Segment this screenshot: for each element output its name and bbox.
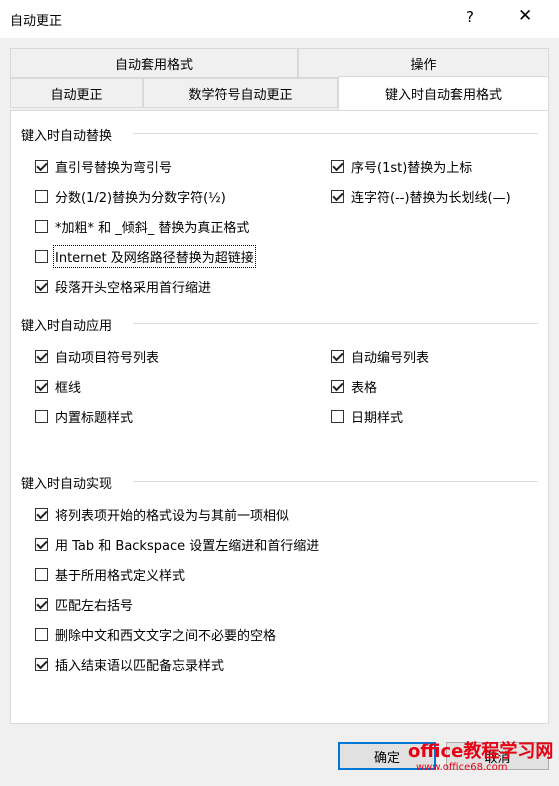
- date-styles-checkbox[interactable]: 日期样式: [331, 407, 403, 426]
- checkbox-label: 用 Tab 和 Backspace 设置左缩进和首行缩进: [55, 539, 320, 554]
- first-indent-checkbox[interactable]: 段落开头空格采用首行缩进: [35, 277, 211, 296]
- tab-math-autocorrect[interactable]: 数学符号自动更正: [143, 78, 338, 108]
- remove-spaces-checkbox[interactable]: 删除中文和西文文字之间不必要的空格: [35, 625, 276, 644]
- checkbox-box: [35, 160, 48, 173]
- checkbox-label: 框线: [55, 381, 82, 396]
- checkbox-label: 自动项目符号列表: [55, 351, 160, 366]
- checkbox-label: 序号(1st)替换为上标: [351, 161, 473, 176]
- checkbox-box: [35, 280, 48, 293]
- tab-backspace-checkbox[interactable]: 用 Tab 和 Backspace 设置左缩进和首行缩进: [35, 535, 319, 554]
- watermark-text: office教程学习网: [408, 741, 554, 762]
- checkbox-box: [331, 190, 344, 203]
- tab-autocorrect[interactable]: 自动更正: [10, 78, 143, 108]
- close-icon[interactable]: ✕: [518, 6, 532, 26]
- checkbox-label: 删除中文和西文文字之间不必要的空格: [55, 629, 277, 644]
- checkbox-box: [35, 380, 48, 393]
- checkbox-box: [35, 598, 48, 611]
- help-button[interactable]: ?: [466, 8, 474, 26]
- section-title-apply: 键入时自动应用: [21, 319, 113, 334]
- checkbox-label: 分数(1/2)替换为分数字符(½): [55, 191, 226, 206]
- checkbox-box: [35, 568, 48, 581]
- checkbox-label: Internet 及网络路径替换为超链接: [53, 245, 256, 268]
- checkbox-label: 段落开头空格采用首行缩进: [55, 281, 212, 296]
- checkbox-box: [35, 508, 48, 521]
- tab-autoformat[interactable]: 自动套用格式: [10, 48, 298, 78]
- checkbox-label: 插入结束语以匹配备忘录样式: [55, 659, 225, 674]
- define-styles-checkbox[interactable]: 基于所用格式定义样式: [35, 565, 185, 584]
- section-title-replace: 键入时自动替换: [21, 129, 113, 144]
- options-panel: 键入时自动替换 直引号替换为弯引号 序号(1st)替换为上标 分数(1/2)替换…: [10, 110, 549, 724]
- bullets-checkbox[interactable]: 自动项目符号列表: [35, 347, 159, 366]
- ordinals-checkbox[interactable]: 序号(1st)替换为上标: [331, 157, 472, 176]
- section-divider: [133, 133, 538, 134]
- checkbox-label: 内置标题样式: [55, 411, 134, 426]
- list-format-checkbox[interactable]: 将列表项开始的格式设为与其前一项相似: [35, 505, 289, 524]
- dashes-checkbox[interactable]: 连字符(--)替换为长划线(—): [331, 187, 511, 206]
- hyperlinks-checkbox[interactable]: Internet 及网络路径替换为超链接: [35, 245, 256, 268]
- watermark-url: www.office68.com: [416, 762, 508, 773]
- closing-phrase-checkbox[interactable]: 插入结束语以匹配备忘录样式: [35, 655, 224, 674]
- checkbox-label: 将列表项开始的格式设为与其前一项相似: [55, 509, 290, 524]
- checkbox-label: 自动编号列表: [351, 351, 430, 366]
- bold-italic-checkbox[interactable]: *加粗* 和 _倾斜_ 替换为真正格式: [35, 217, 249, 236]
- checkbox-box: [35, 220, 48, 233]
- checkbox-label: 基于所用格式定义样式: [55, 569, 186, 584]
- checkbox-box: [331, 380, 344, 393]
- checkbox-label: 日期样式: [351, 411, 404, 426]
- checkbox-box: [35, 538, 48, 551]
- checkbox-label: 连字符(--)替换为长划线(—): [351, 191, 511, 206]
- checkbox-box: [331, 350, 344, 363]
- builtin-headings-checkbox[interactable]: 内置标题样式: [35, 407, 133, 426]
- checkbox-box: [35, 628, 48, 641]
- section-divider: [133, 481, 538, 482]
- checkbox-box: [35, 658, 48, 671]
- checkbox-box: [331, 410, 344, 423]
- smart-quotes-checkbox[interactable]: 直引号替换为弯引号: [35, 157, 172, 176]
- checkbox-box: [35, 410, 48, 423]
- title-bar: 自动更正 ? ✕: [0, 0, 559, 38]
- checkbox-box: [35, 250, 48, 263]
- checkbox-label: 匹配左右括号: [55, 599, 134, 614]
- section-title-implement: 键入时自动实现: [21, 477, 113, 492]
- checkbox-box: [35, 190, 48, 203]
- checkbox-label: 直引号替换为弯引号: [55, 161, 173, 176]
- tab-autoformat-as-you-type[interactable]: 键入时自动套用格式: [338, 76, 549, 110]
- checkbox-label: 表格: [351, 381, 378, 396]
- window-title: 自动更正: [10, 14, 63, 29]
- numbered-list-checkbox[interactable]: 自动编号列表: [331, 347, 429, 366]
- tab-actions[interactable]: 操作: [298, 48, 549, 78]
- checkbox-box: [331, 160, 344, 173]
- match-parens-checkbox[interactable]: 匹配左右括号: [35, 595, 133, 614]
- checkbox-box: [35, 350, 48, 363]
- checkbox-label: *加粗* 和 _倾斜_ 替换为真正格式: [55, 221, 250, 236]
- borders-checkbox[interactable]: 框线: [35, 377, 81, 396]
- section-divider: [133, 323, 538, 324]
- fractions-checkbox[interactable]: 分数(1/2)替换为分数字符(½): [35, 187, 226, 206]
- tables-checkbox[interactable]: 表格: [331, 377, 377, 396]
